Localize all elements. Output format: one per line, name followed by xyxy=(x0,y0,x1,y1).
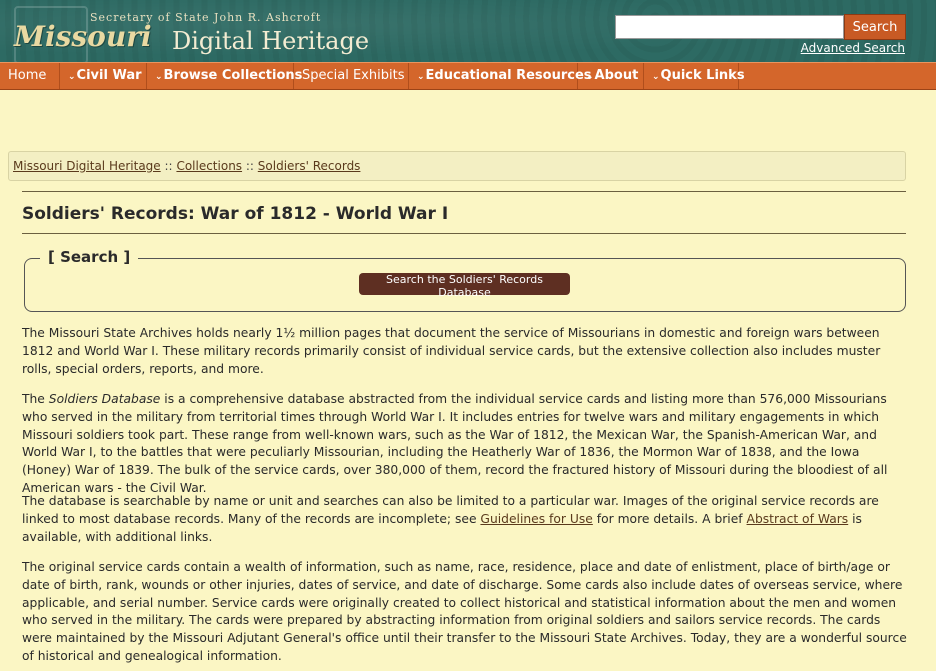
logo-missouri[interactable]: Missouri xyxy=(14,20,152,53)
chevron-down-icon: ⌄ xyxy=(68,72,76,82)
service-cards-paragraph: The original service cards contain a wea… xyxy=(22,560,907,663)
nav-home[interactable]: Home xyxy=(0,63,60,89)
guidelines-for-use-link[interactable]: Guidelines for Use xyxy=(480,512,592,526)
chevron-down-icon: ⌄ xyxy=(586,72,594,82)
soldiers-database-italic: Soldiers Database xyxy=(48,392,161,406)
nav-label: Quick Links xyxy=(660,68,745,83)
site-header: Secretary of State John R. Ashcroft Miss… xyxy=(0,0,936,64)
search-info-paragraph: The database is searchable by name or un… xyxy=(22,493,908,546)
abstract-of-wars-link[interactable]: Abstract of Wars xyxy=(747,512,849,526)
text: for more details. A brief xyxy=(592,511,747,526)
nav-civil-war[interactable]: ⌄Civil War xyxy=(60,63,147,89)
breadcrumb-collections[interactable]: Collections xyxy=(176,159,242,173)
main-nav: Home ⌄Civil War ⌄Browse Collections Spec… xyxy=(0,62,936,90)
search-input[interactable] xyxy=(615,15,844,39)
nav-special-exhibits[interactable]: Special Exhibits xyxy=(294,63,409,89)
search-button[interactable]: Search xyxy=(844,14,906,40)
nav-educational-resources[interactable]: ⌄Educational Resources xyxy=(409,63,592,89)
nav-label: Home xyxy=(8,68,47,83)
page-title: Soldiers' Records: War of 1812 - World W… xyxy=(22,204,449,224)
search-soldiers-database-button[interactable]: Search the Soldiers' Records Database xyxy=(359,273,570,299)
advanced-search-link[interactable]: Advanced Search xyxy=(801,41,905,55)
chevron-down-icon: ⌄ xyxy=(652,72,660,82)
nav-quick-links[interactable]: ⌄Quick Links xyxy=(644,63,745,89)
text: is a comprehensive database abstracted f… xyxy=(22,392,888,495)
breadcrumb-separator: :: xyxy=(164,159,173,173)
search-legend: [ Search ] xyxy=(40,248,139,266)
nav-label: Civil War xyxy=(76,68,142,83)
nav-about[interactable]: ⌄About xyxy=(578,63,644,89)
divider xyxy=(22,233,906,234)
text: The xyxy=(22,392,49,406)
divider xyxy=(22,191,906,192)
nav-browse-collections[interactable]: ⌄Browse Collections xyxy=(147,63,302,89)
intro-paragraph: The Missouri State Archives holds nearly… xyxy=(22,326,881,376)
chevron-down-icon: ⌄ xyxy=(417,72,425,82)
breadcrumb-missouri-digital-heritage[interactable]: Missouri Digital Heritage xyxy=(13,159,161,173)
breadcrumb-separator: :: xyxy=(245,159,254,173)
nav-label: About xyxy=(594,68,639,83)
database-description-paragraph: The Soldiers Database is a comprehensive… xyxy=(22,391,908,498)
logo-digital-heritage[interactable]: Digital Heritage xyxy=(172,27,369,55)
breadcrumb: Missouri Digital Heritage :: Collections… xyxy=(8,151,906,181)
nav-label: Browse Collections xyxy=(163,68,303,83)
breadcrumb-soldiers-records[interactable]: Soldiers' Records xyxy=(258,159,361,173)
nav-label: Special Exhibits xyxy=(302,68,405,83)
chevron-down-icon: ⌄ xyxy=(155,72,163,82)
nav-label: Educational Resources xyxy=(425,68,592,83)
